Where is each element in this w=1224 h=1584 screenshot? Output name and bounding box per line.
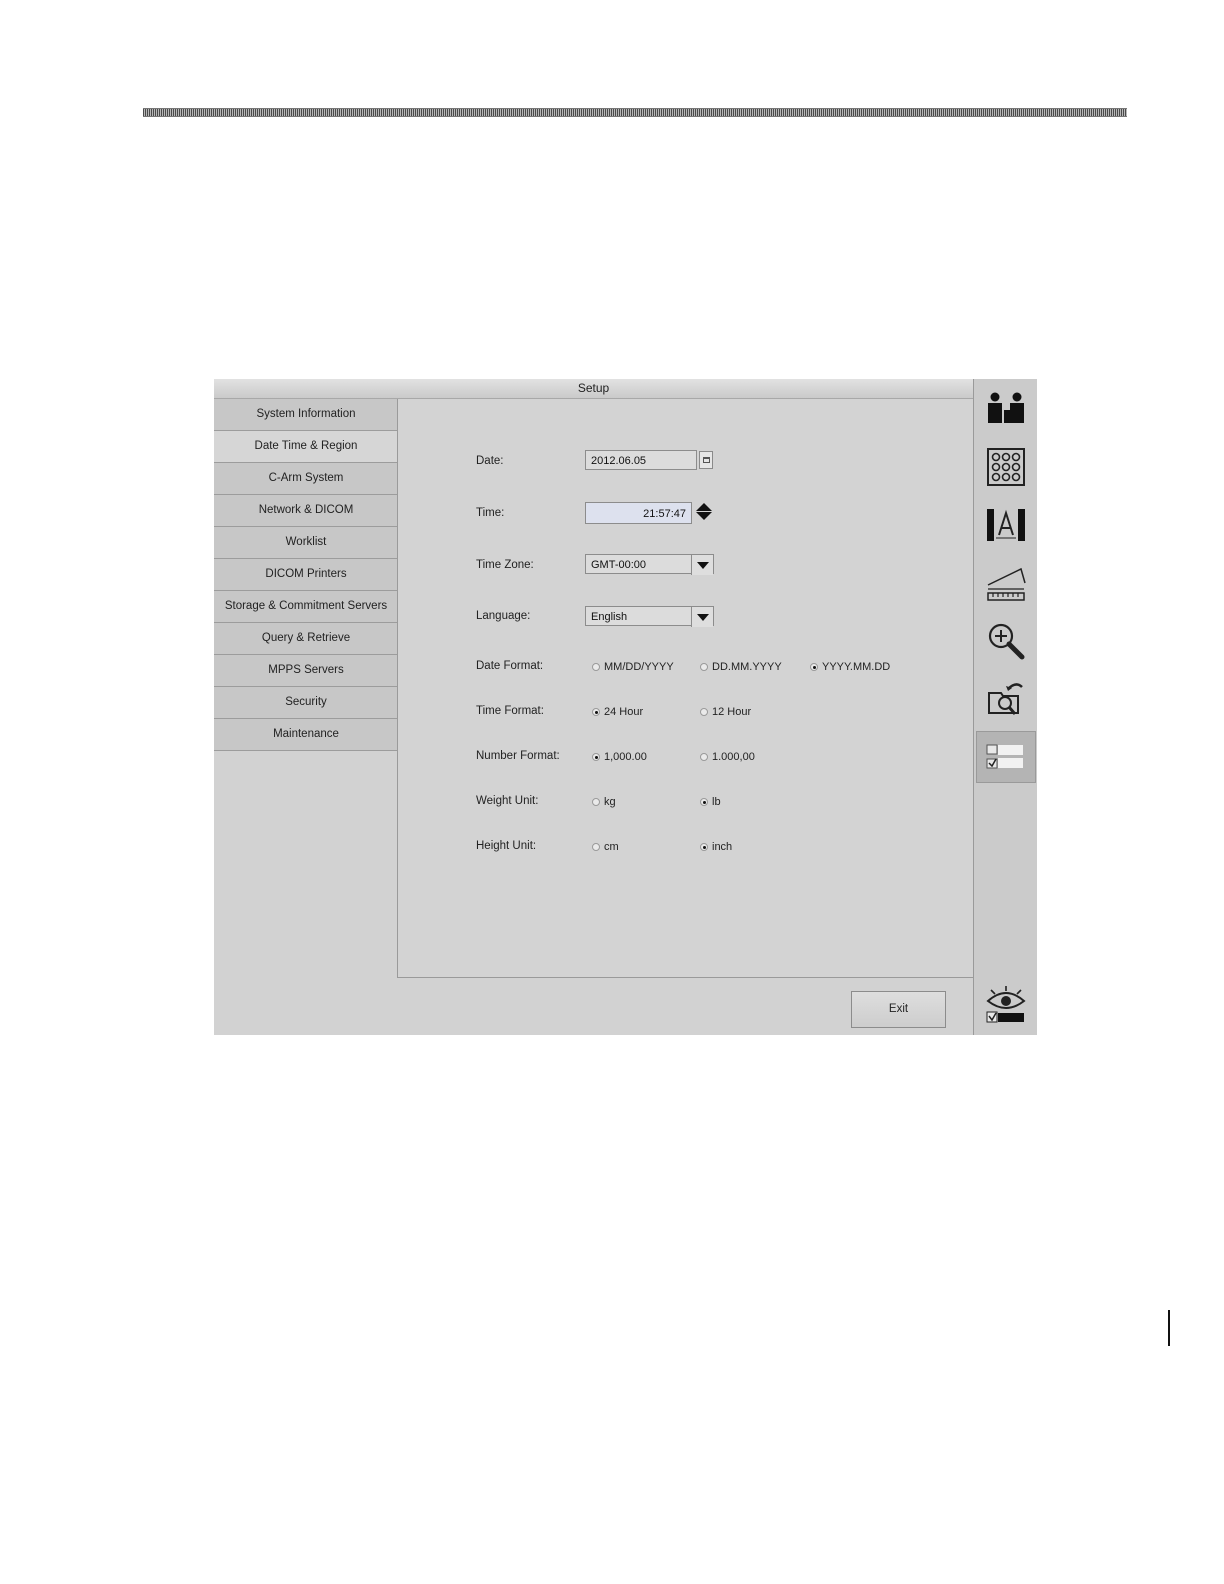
header-rule	[143, 108, 1127, 117]
radio-label: DD.MM.YYYY	[712, 661, 782, 673]
weight-unit-kg-radio[interactable]: kg	[592, 796, 616, 808]
time-format-label: Time Format:	[476, 705, 544, 717]
radio-off-icon	[592, 798, 600, 806]
radio-label: 12 Hour	[712, 706, 752, 718]
settings-panel: Date: 2012.06.05 Time: 21:57:47 Time Zon…	[397, 399, 974, 978]
zoom-icon	[988, 623, 1025, 660]
margin-mark	[1168, 1310, 1170, 1346]
weight-unit-lb-radio[interactable]: lb	[700, 796, 721, 808]
date-field[interactable]: 2012.06.05	[585, 450, 697, 470]
radio-label: 1.000,00	[712, 751, 755, 763]
weight-unit-label: Weight Unit:	[476, 795, 539, 807]
review-folder-icon	[988, 683, 1023, 715]
radio-off-icon	[700, 663, 708, 671]
calendar-button[interactable]	[699, 451, 713, 469]
nav-item-maintenance[interactable]: Maintenance	[214, 719, 398, 751]
annotation-text-tool[interactable]	[976, 499, 1036, 551]
radio-label: lb	[712, 796, 721, 808]
radio-label: 24 Hour	[604, 706, 644, 718]
time-zone-dropdown-button[interactable]	[691, 555, 713, 575]
radio-on-icon	[700, 798, 708, 806]
radio-label: kg	[604, 796, 616, 808]
number-format-comma-radio[interactable]: 1,000.00	[592, 751, 647, 763]
nav-item-network-dicom[interactable]: Network & DICOM	[214, 495, 398, 527]
time-format-12-radio[interactable]: 12 Hour	[700, 706, 751, 718]
radio-label: YYYY.MM.DD	[822, 661, 891, 673]
measurement-icon	[987, 567, 1026, 601]
height-unit-label: Height Unit:	[476, 840, 537, 852]
language-label: Language:	[476, 610, 531, 622]
right-toolbar	[973, 379, 1037, 1035]
radio-off-icon	[700, 708, 708, 716]
setup-settings-icon	[986, 744, 1023, 769]
nav-item-dicom-printers[interactable]: DICOM Printers	[214, 559, 398, 591]
radio-label: 1,000.00	[604, 751, 647, 763]
view-options-tool[interactable]	[976, 979, 1036, 1031]
number-format-dot-radio[interactable]: 1.000,00	[700, 751, 755, 763]
zoom-tool[interactable]	[976, 615, 1036, 667]
height-unit-inch-radio[interactable]: inch	[700, 841, 732, 853]
radio-label: cm	[604, 841, 619, 853]
chevron-down-icon	[696, 561, 709, 569]
setup-settings-tool[interactable]	[976, 731, 1036, 783]
calendar-icon	[702, 457, 710, 463]
view-options-icon	[986, 986, 1026, 1023]
nav-item-mpps-servers[interactable]: MPPS Servers	[214, 655, 398, 687]
radio-off-icon	[700, 753, 708, 761]
patient-info-icon	[988, 392, 1024, 423]
radio-label: inch	[712, 841, 733, 853]
nav-item-system-information[interactable]: System Information	[214, 399, 398, 431]
nav-item-date-time-region[interactable]: Date Time & Region	[214, 431, 398, 463]
time-stepper[interactable]	[694, 502, 714, 524]
stepper-down-icon[interactable]	[696, 512, 712, 520]
height-unit-cm-radio[interactable]: cm	[592, 841, 619, 853]
image-grid-icon	[987, 448, 1025, 486]
date-format-mmddyyyy-radio[interactable]: MM/DD/YYYY	[592, 661, 674, 673]
exit-button[interactable]: Exit	[851, 991, 946, 1028]
time-zone-select[interactable]: GMT-00:00	[585, 554, 714, 575]
time-zone-label: Time Zone:	[476, 559, 534, 571]
date-label: Date:	[476, 455, 504, 467]
radio-off-icon	[592, 843, 600, 851]
annotation-text-icon	[987, 509, 1025, 541]
date-format-label: Date Format:	[476, 660, 544, 672]
window-title: Setup	[214, 379, 973, 399]
nav-item-c-arm-system[interactable]: C-Arm System	[214, 463, 398, 495]
radio-off-icon	[592, 663, 600, 671]
nav-item-query-retrieve[interactable]: Query & Retrieve	[214, 623, 398, 655]
time-format-24-radio[interactable]: 24 Hour	[592, 706, 643, 718]
time-label: Time:	[476, 507, 505, 519]
chevron-down-icon	[696, 613, 709, 621]
nav-item-security[interactable]: Security	[214, 687, 398, 719]
setup-nav: System Information Date Time & Region C-…	[214, 399, 398, 751]
radio-on-icon	[700, 843, 708, 851]
language-value: English	[591, 611, 628, 623]
image-grid-tool[interactable]	[976, 441, 1036, 493]
date-format-ddmmyyyy-radio[interactable]: DD.MM.YYYY	[700, 661, 782, 673]
time-zone-value: GMT-00:00	[591, 559, 647, 571]
review-folder-tool[interactable]	[976, 673, 1036, 725]
language-dropdown-button[interactable]	[691, 607, 713, 627]
time-field[interactable]: 21:57:47	[585, 502, 692, 524]
nav-item-storage-commitment-servers[interactable]: Storage & Commitment Servers	[214, 591, 398, 623]
setup-window: Setup System Information Date Time & Reg…	[214, 379, 1037, 1035]
language-select[interactable]: English	[585, 606, 714, 627]
radio-on-icon	[810, 663, 818, 671]
patient-info-tool[interactable]	[976, 383, 1036, 435]
measurement-tool[interactable]	[976, 557, 1036, 609]
radio-label: MM/DD/YYYY	[604, 661, 674, 673]
date-format-yyyymmdd-radio[interactable]: YYYY.MM.DD	[810, 661, 890, 673]
radio-on-icon	[592, 708, 600, 716]
number-format-label: Number Format:	[476, 750, 560, 762]
stepper-up-icon[interactable]	[696, 503, 712, 511]
radio-on-icon	[592, 753, 600, 761]
nav-item-worklist[interactable]: Worklist	[214, 527, 398, 559]
